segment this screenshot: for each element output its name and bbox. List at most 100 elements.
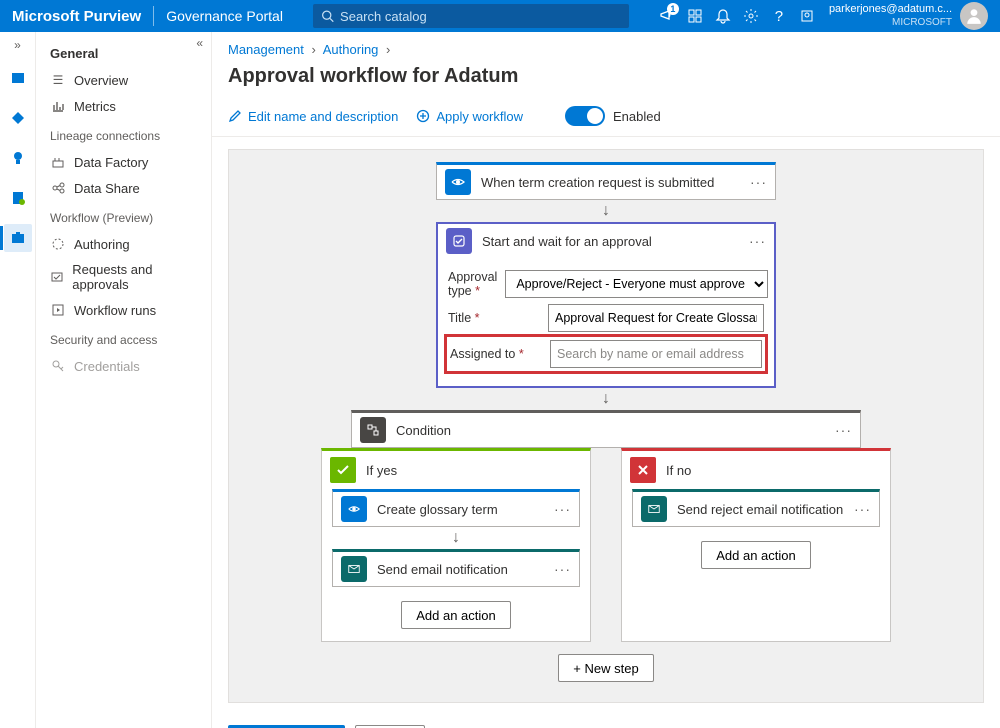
- user-account[interactable]: parkerjones@adatum.c... MICROSOFT: [829, 2, 988, 30]
- header-divider: [153, 6, 154, 26]
- more-icon[interactable]: ···: [750, 174, 767, 190]
- factory-icon: [50, 154, 66, 170]
- settings-icon[interactable]: [737, 2, 765, 30]
- workflow-canvas: When term creation request is submitted …: [228, 149, 984, 703]
- sidebar-item-credentials[interactable]: Credentials: [36, 353, 211, 379]
- field-label: Title *: [448, 311, 540, 325]
- announcements-icon[interactable]: 1: [653, 2, 681, 30]
- mail-icon: [341, 556, 367, 582]
- send-reject-card[interactable]: Send reject email notification ···: [632, 489, 880, 527]
- sidebar-item-label: Requests and approvals: [72, 262, 197, 292]
- search-box[interactable]: [313, 4, 629, 28]
- list-icon: ☰: [50, 72, 66, 88]
- share-icon: [50, 180, 66, 196]
- title-input[interactable]: [548, 304, 764, 332]
- pencil-icon: [228, 109, 242, 123]
- left-rail: »: [0, 32, 36, 728]
- enabled-toggle[interactable]: [565, 106, 605, 126]
- key-icon: [50, 358, 66, 374]
- runs-icon: [50, 302, 66, 318]
- card-title: Create glossary term: [377, 502, 544, 517]
- person-icon[interactable]: [793, 2, 821, 30]
- field-label: Assigned to *: [450, 347, 542, 361]
- more-icon[interactable]: ···: [554, 501, 571, 517]
- approval-icon: [50, 269, 64, 285]
- add-action-button[interactable]: Add an action: [701, 541, 811, 569]
- more-icon[interactable]: ···: [749, 233, 766, 249]
- mail-icon: [641, 496, 667, 522]
- sidebar-item-datashare[interactable]: Data Share: [36, 175, 211, 201]
- enabled-label: Enabled: [613, 109, 661, 124]
- chevron-right-icon: ›: [386, 42, 390, 57]
- rail-item-policy[interactable]: [4, 184, 32, 212]
- breadcrumb: Management › Authoring ›: [212, 32, 1000, 61]
- condition-icon: [360, 417, 386, 443]
- create-term-card[interactable]: Create glossary term ···: [332, 489, 580, 527]
- card-title: Start and wait for an approval: [482, 234, 739, 249]
- authoring-icon: [50, 236, 66, 252]
- feedback-icon[interactable]: [681, 2, 709, 30]
- sidebar-item-metrics[interactable]: Metrics: [36, 93, 211, 119]
- arrow-down-icon: ↓: [602, 390, 610, 408]
- rail-item-management[interactable]: [4, 224, 32, 252]
- sidebar-head-security: Security and access: [36, 323, 211, 353]
- approval-card[interactable]: Start and wait for an approval ··· Appro…: [436, 222, 776, 388]
- sidebar-head-lineage: Lineage connections: [36, 119, 211, 149]
- more-icon[interactable]: ···: [835, 422, 852, 438]
- toolbar-label: Edit name and description: [248, 109, 398, 124]
- field-label: Approval type *: [448, 270, 497, 298]
- notifications-icon[interactable]: [709, 2, 737, 30]
- trigger-card[interactable]: When term creation request is submitted …: [436, 162, 776, 200]
- sidebar-item-label: Data Factory: [74, 155, 148, 170]
- sidebar-item-runs[interactable]: Workflow runs: [36, 297, 211, 323]
- help-icon[interactable]: ?: [765, 2, 793, 30]
- search-input[interactable]: [340, 9, 621, 24]
- crumb-authoring[interactable]: Authoring: [323, 42, 379, 57]
- sidebar-collapse-icon[interactable]: «: [196, 36, 203, 50]
- sidebar-item-authoring[interactable]: Authoring: [36, 231, 211, 257]
- crumb-management[interactable]: Management: [228, 42, 304, 57]
- arrow-down-icon: ↓: [452, 529, 460, 547]
- card-title: Send reject email notification: [677, 502, 844, 517]
- sidebar-item-label: Credentials: [74, 359, 140, 374]
- plus-circle-icon: [416, 109, 430, 123]
- sidebar-head-general: General: [36, 40, 211, 67]
- sidebar-head-workflow: Workflow (Preview): [36, 201, 211, 231]
- more-icon[interactable]: ···: [554, 561, 571, 577]
- rail-item-sources[interactable]: [4, 64, 32, 92]
- main-content: Management › Authoring › Approval workfl…: [212, 32, 1000, 728]
- avatar[interactable]: [960, 2, 988, 30]
- sidebar-item-overview[interactable]: ☰Overview: [36, 67, 211, 93]
- more-icon[interactable]: ···: [854, 501, 871, 517]
- new-step-button[interactable]: + New step: [558, 654, 653, 682]
- rail-expand-icon[interactable]: »: [14, 38, 21, 52]
- portal-title: Governance Portal: [166, 8, 283, 24]
- edit-button[interactable]: Edit name and description: [228, 109, 398, 124]
- send-email-card[interactable]: Send email notification ···: [332, 549, 580, 587]
- user-org: MICROSOFT: [829, 16, 952, 29]
- arrow-down-icon: ↓: [602, 202, 610, 220]
- card-title: Send email notification: [377, 562, 544, 577]
- sidebar-item-requests[interactable]: Requests and approvals: [36, 257, 211, 297]
- sidebar-item-label: Workflow runs: [74, 303, 156, 318]
- assigned-to-input[interactable]: [550, 340, 762, 368]
- rail-item-catalog[interactable]: [4, 104, 32, 132]
- sidebar-item-label: Authoring: [74, 237, 130, 252]
- apply-button[interactable]: Apply workflow: [416, 109, 523, 124]
- sidebar-item-label: Data Share: [74, 181, 140, 196]
- branch-label: If no: [666, 463, 691, 478]
- eye-icon: [445, 169, 471, 195]
- add-action-button[interactable]: Add an action: [401, 601, 511, 629]
- chart-icon: [50, 98, 66, 114]
- x-icon: [630, 457, 656, 483]
- condition-card[interactable]: Condition ···: [351, 410, 861, 448]
- approval-type-select[interactable]: Approve/Reject - Everyone must approve: [505, 270, 768, 298]
- rail-item-insights[interactable]: [4, 144, 32, 172]
- approval-icon: [446, 228, 472, 254]
- sidebar-item-datafactory[interactable]: Data Factory: [36, 149, 211, 175]
- if-no-branch: If no Send reject email notification ···…: [621, 448, 891, 642]
- brand: Microsoft Purview: [12, 8, 141, 25]
- notification-badge: 1: [667, 3, 679, 15]
- chevron-right-icon: ›: [312, 42, 316, 57]
- search-icon: [321, 9, 334, 23]
